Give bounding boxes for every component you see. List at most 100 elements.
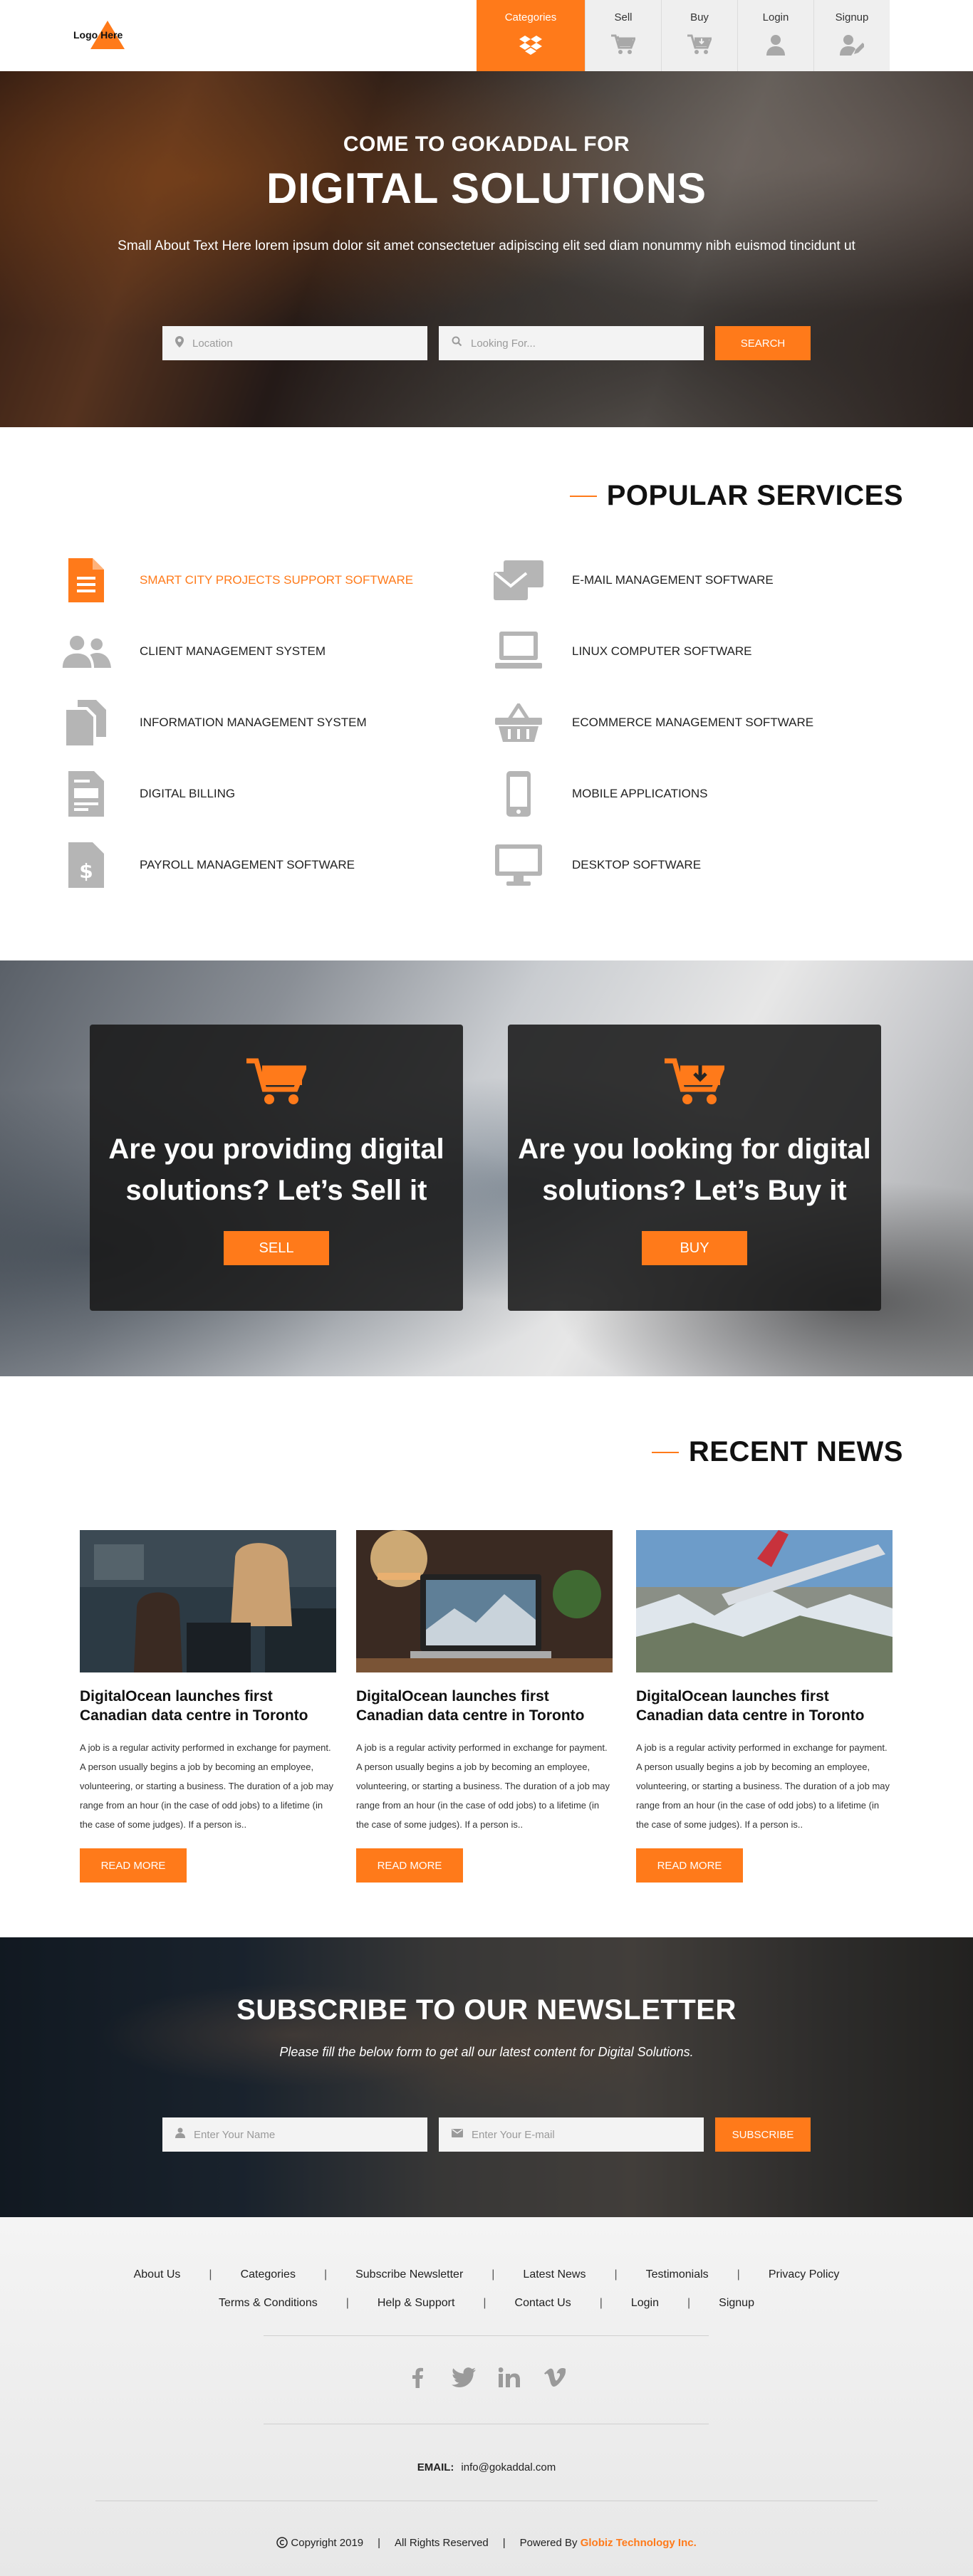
footer-link-subscribe[interactable]: Subscribe Newsletter — [355, 2268, 463, 2281]
cart-download-icon — [664, 1057, 725, 1107]
nav-sell[interactable]: Sell — [585, 0, 661, 71]
footer-link-news[interactable]: Latest News — [523, 2268, 586, 2281]
service-item[interactable]: E-MAIL MANAGEMENT SOFTWARE — [494, 552, 774, 609]
service-label: ECOMMERCE MANAGEMENT SOFTWARE — [572, 716, 814, 729]
location-field[interactable] — [162, 326, 427, 360]
nav-label: Signup — [835, 11, 869, 23]
dropbox-icon — [518, 32, 543, 58]
service-item[interactable]: SMART CITY PROJECTS SUPPORT SOFTWARE — [61, 552, 413, 609]
email-field[interactable] — [439, 2117, 704, 2152]
facebook-icon[interactable] — [406, 2365, 430, 2389]
separator: | — [378, 2537, 381, 2549]
footer-email: EMAIL: info@gokaddal.com — [0, 2461, 973, 2473]
sell-card: Are you providing digital solutions? Let… — [90, 1025, 463, 1311]
email-address[interactable]: info@gokaddal.com — [461, 2461, 556, 2473]
divider — [264, 2335, 709, 2336]
service-item[interactable]: MOBILE APPLICATIONS — [494, 765, 708, 822]
service-item[interactable]: CLIENT MANAGEMENT SYSTEM — [61, 623, 326, 680]
location-input[interactable] — [192, 337, 406, 350]
news-card-title[interactable]: DigitalOcean launches first Canadian dat… — [356, 1687, 613, 1725]
nav-buy[interactable]: Buy — [661, 0, 737, 71]
service-label: INFORMATION MANAGEMENT SYSTEM — [140, 716, 367, 729]
service-label: E-MAIL MANAGEMENT SOFTWARE — [572, 573, 774, 587]
user-icon — [175, 2127, 185, 2142]
twitter-icon[interactable] — [452, 2365, 476, 2389]
buy-button[interactable]: BUY — [642, 1231, 747, 1265]
section-title: POPULAR SERVICES — [0, 480, 973, 512]
social-links — [406, 2365, 567, 2389]
footer-link-signup[interactable]: Signup — [719, 2297, 754, 2310]
service-label: DESKTOP SOFTWARE — [572, 858, 702, 871]
subscribe-button[interactable]: SUBSCRIBE — [715, 2117, 811, 2152]
footer-link-categories[interactable]: Categories — [241, 2268, 296, 2281]
hero-banner: COME TO GOKADDAL FOR DIGITAL SOLUTIONS S… — [0, 71, 973, 427]
looking-for-input[interactable] — [471, 337, 685, 350]
news-image[interactable] — [636, 1530, 893, 1672]
footer-link-contact[interactable]: Contact Us — [515, 2297, 571, 2310]
service-item[interactable]: $ PAYROLL MANAGEMENT SOFTWARE — [61, 837, 355, 894]
logo[interactable]: Logo Here — [73, 19, 130, 51]
service-item[interactable]: ECOMMERCE MANAGEMENT SOFTWARE — [494, 694, 813, 751]
linkedin-icon[interactable] — [497, 2365, 521, 2389]
service-label: CLIENT MANAGEMENT SYSTEM — [140, 644, 326, 658]
buy-text: Are you looking for digital solutions? L… — [508, 1129, 881, 1211]
email-icon — [494, 555, 543, 605]
service-label: PAYROLL MANAGEMENT SOFTWARE — [140, 858, 355, 871]
news-card-title[interactable]: DigitalOcean launches first Canadian dat… — [80, 1687, 336, 1725]
separator: | — [323, 2268, 328, 2281]
vimeo-icon[interactable] — [543, 2365, 567, 2389]
news-image[interactable] — [356, 1530, 613, 1672]
nav-label: Login — [762, 11, 789, 23]
read-more-button[interactable]: READ MORE — [636, 1848, 743, 1883]
read-more-button[interactable]: READ MORE — [356, 1848, 463, 1883]
powered-by-text: Powered By — [519, 2537, 578, 2549]
footer-link-about[interactable]: About Us — [134, 2268, 181, 2281]
name-field[interactable] — [162, 2117, 427, 2152]
read-more-button[interactable]: READ MORE — [80, 1848, 187, 1883]
envelope-icon — [452, 2128, 463, 2141]
copyright-bar: Copyright 2019 | All Rights Reserved | Power… — [0, 2537, 973, 2549]
footer-link-privacy[interactable]: Privacy Policy — [769, 2268, 840, 2281]
nav-signup[interactable]: Signup — [813, 0, 890, 71]
company-link[interactable]: Globiz Technology Inc. — [581, 2537, 697, 2549]
desktop-icon — [494, 840, 543, 890]
search-button[interactable]: SEARCH — [715, 326, 811, 360]
newsletter-subtitle: Please fill the below form to get all ou… — [279, 2045, 694, 2059]
service-item[interactable]: INFORMATION MANAGEMENT SYSTEM — [61, 694, 367, 751]
name-input[interactable] — [194, 2128, 407, 2141]
service-item[interactable]: DESKTOP SOFTWARE — [494, 837, 701, 894]
cart-download-icon — [687, 32, 712, 58]
footer-link-login[interactable]: Login — [631, 2297, 659, 2310]
footer-link-help[interactable]: Help & Support — [378, 2297, 455, 2310]
document-icon — [61, 555, 111, 605]
hero-title: DIGITAL SOLUTIONS — [266, 164, 707, 212]
news-card-body: A job is a regular activity performed in… — [80, 1742, 334, 1830]
buy-card: Are you looking for digital solutions? L… — [508, 1025, 881, 1311]
sell-button[interactable]: SELL — [224, 1231, 329, 1265]
user-icon — [763, 32, 789, 58]
separator: | — [209, 2268, 212, 2281]
sell-text-line: Are you providing digital — [108, 1133, 444, 1165]
section-title: RECENT NEWS — [0, 1436, 973, 1468]
news-card: DigitalOcean launches first Canadian dat… — [80, 1530, 336, 1883]
footer-link-testimonials[interactable]: Testimonials — [646, 2268, 709, 2281]
sell-text: Are you providing digital solutions? Let… — [90, 1129, 463, 1211]
footer-link-terms[interactable]: Terms & Conditions — [219, 2297, 318, 2310]
looking-for-field[interactable] — [439, 326, 704, 360]
news-image[interactable] — [80, 1530, 336, 1672]
laptop-icon — [494, 627, 543, 676]
search-icon — [452, 336, 462, 350]
rights-text: All Rights Reserved — [395, 2537, 489, 2549]
service-item[interactable]: DIGITAL BILLING — [61, 765, 235, 822]
nav-login[interactable]: Login — [737, 0, 813, 71]
cart-icon — [610, 32, 636, 58]
users-icon — [61, 627, 111, 676]
recent-news-section: RECENT NEWS DigitalOcean launches first … — [0, 1376, 973, 1937]
email-input[interactable] — [472, 2128, 685, 2141]
service-label: MOBILE APPLICATIONS — [572, 787, 708, 800]
service-item[interactable]: LINUX COMPUTER SOFTWARE — [494, 623, 752, 680]
email-label: EMAIL: — [417, 2461, 454, 2473]
logo-text: Logo Here — [73, 29, 123, 41]
nav-categories[interactable]: Categories — [477, 0, 585, 71]
news-card-title[interactable]: DigitalOcean launches first Canadian dat… — [636, 1687, 893, 1725]
